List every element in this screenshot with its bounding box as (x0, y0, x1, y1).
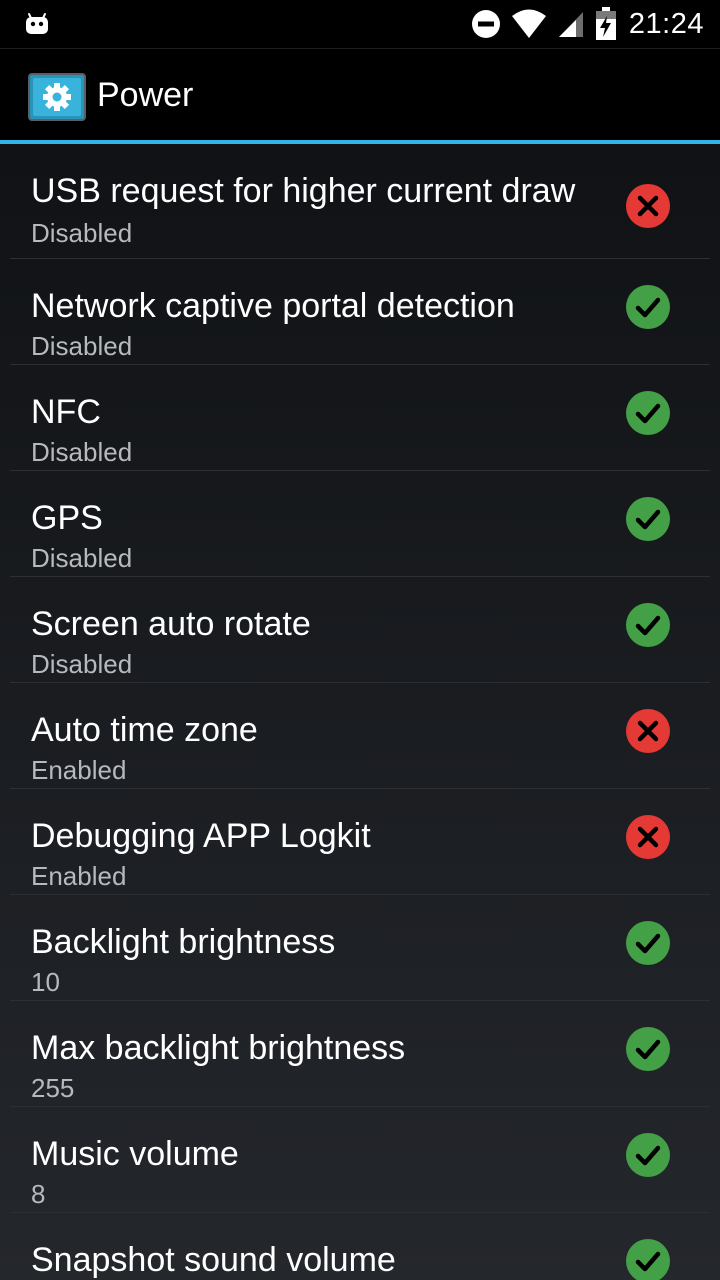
item-title: Backlight brightness (31, 923, 336, 961)
check-icon[interactable] (626, 285, 670, 329)
item-title: NFC (31, 393, 101, 431)
list-item[interactable]: Backlight brightness 10 (10, 895, 710, 1001)
item-summary: Disabled (31, 543, 133, 573)
item-title: Network captive portal detection (31, 287, 515, 325)
item-summary: 255 (31, 1073, 75, 1103)
item-title: USB request for higher current draw (31, 172, 576, 210)
check-icon[interactable] (626, 497, 670, 541)
list-item[interactable]: Max backlight brightness 255 (10, 1001, 710, 1107)
item-summary: Disabled (31, 437, 133, 467)
list-item[interactable]: Auto time zone Enabled (10, 683, 710, 789)
item-summary: Enabled (31, 861, 127, 891)
settings-gear-icon[interactable] (28, 73, 86, 121)
check-icon[interactable] (626, 1027, 670, 1071)
settings-list[interactable]: USB request for higher current draw Disa… (0, 144, 720, 1280)
status-clock: 21:24 (628, 7, 704, 40)
check-icon[interactable] (626, 921, 670, 965)
check-mark-shape (635, 1039, 661, 1060)
item-summary: Disabled (31, 649, 133, 679)
check-mark-shape (635, 403, 661, 424)
item-title: Max backlight brightness (31, 1029, 406, 1067)
item-summary: Disabled (31, 331, 133, 361)
check-mark-shape (635, 933, 661, 954)
check-icon[interactable] (626, 1239, 670, 1280)
item-summary: Enabled (31, 755, 127, 785)
check-mark-shape (635, 615, 661, 636)
item-summary: Disabled (31, 218, 133, 248)
cross-mark-shape (637, 195, 659, 217)
cross-mark-shape (637, 720, 659, 742)
page-title: Power (97, 76, 194, 114)
check-icon[interactable] (626, 391, 670, 435)
item-summary: 8 (31, 1179, 46, 1209)
cross-mark-shape (637, 826, 659, 848)
item-title: Auto time zone (31, 711, 258, 749)
item-title: Screen auto rotate (31, 605, 311, 643)
check-mark-shape (635, 297, 661, 318)
item-title: Snapshot sound volume (31, 1241, 396, 1279)
list-item[interactable]: Network captive portal detection Disable… (10, 259, 710, 365)
cross-icon[interactable] (626, 815, 670, 859)
list-item[interactable]: GPS Disabled (10, 471, 710, 577)
battery-charging-icon (595, 7, 616, 40)
status-bar: 21:24 (0, 0, 720, 49)
wifi-icon (511, 9, 546, 38)
list-item[interactable]: Screen auto rotate Disabled (10, 577, 710, 683)
check-icon[interactable] (626, 1133, 670, 1177)
cross-icon[interactable] (626, 184, 670, 228)
do-not-disturb-icon (471, 10, 500, 38)
item-title: Music volume (31, 1135, 239, 1173)
cross-icon[interactable] (626, 709, 670, 753)
check-mark-shape (635, 1145, 661, 1166)
list-item[interactable]: Snapshot sound volume (10, 1213, 710, 1280)
check-mark-shape (635, 1251, 661, 1272)
item-summary: 10 (31, 967, 60, 997)
check-mark-shape (635, 509, 661, 530)
check-icon[interactable] (626, 603, 670, 647)
list-item[interactable]: USB request for higher current draw Disa… (10, 144, 710, 259)
android-debug-icon (26, 13, 48, 34)
item-title: Debugging APP Logkit (31, 817, 371, 855)
action-bar: Power (0, 49, 720, 140)
list-item[interactable]: Music volume 8 (10, 1107, 710, 1213)
list-item[interactable]: Debugging APP Logkit Enabled (10, 789, 710, 895)
list-item[interactable]: NFC Disabled (10, 365, 710, 471)
item-title: GPS (31, 499, 103, 537)
cell-signal-icon (558, 12, 583, 37)
